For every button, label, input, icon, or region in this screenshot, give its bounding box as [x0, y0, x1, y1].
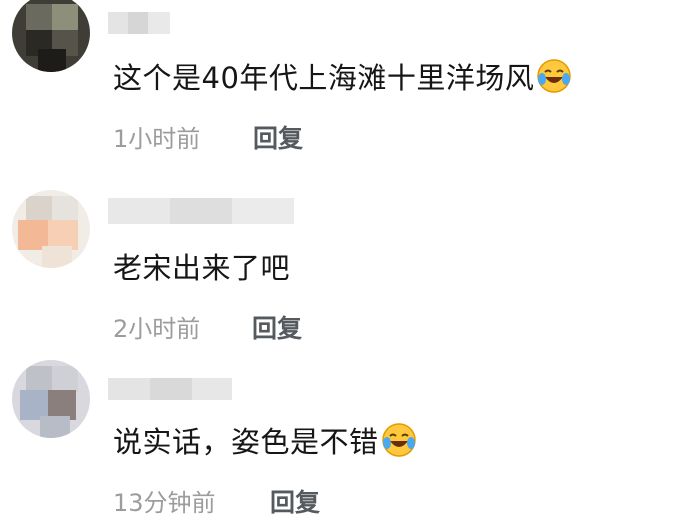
avatar[interactable]	[12, 360, 90, 438]
reply-button[interactable]: 回复	[252, 314, 302, 344]
username-blurred[interactable]	[108, 378, 232, 400]
comment-text-content: 这个是40年代上海滩十里洋场风	[113, 61, 535, 95]
comment-timestamp: 1小时前	[113, 125, 201, 153]
comment-timestamp: 2小时前	[113, 315, 201, 343]
avatar[interactable]	[12, 0, 90, 72]
comment-text-content: 老宋出来了吧	[113, 251, 291, 285]
avatar[interactable]	[12, 190, 90, 268]
username-blurred[interactable]	[108, 198, 294, 224]
reply-button[interactable]: 回复	[253, 124, 303, 154]
comment-text: 老宋出来了吧	[113, 248, 290, 288]
laughing-crying-emoji-icon	[381, 423, 416, 457]
comment-text: 这个是40年代上海滩十里洋场风	[113, 58, 572, 98]
reply-button[interactable]: 回复	[270, 488, 320, 518]
comment-text: 说实话，姿色是不错	[113, 422, 417, 462]
comment-text-content: 说实话，姿色是不错	[113, 425, 379, 459]
comment-timestamp: 13分钟前	[113, 489, 216, 517]
username-blurred[interactable]	[108, 12, 170, 34]
laughing-crying-emoji-icon	[537, 59, 572, 93]
